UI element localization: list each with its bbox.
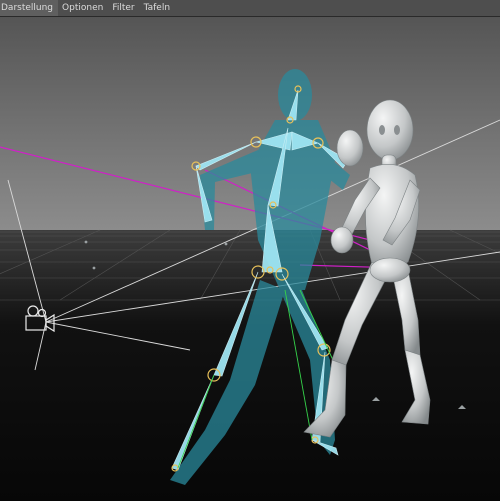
menu-optionen[interactable]: Optionen xyxy=(58,0,108,16)
menu-filter[interactable]: Filter xyxy=(108,0,139,16)
background-sky xyxy=(0,17,500,230)
menu-darstellung[interactable]: Darstellung xyxy=(0,0,59,16)
viewport-canvas[interactable] xyxy=(0,17,500,501)
menu-tafeln[interactable]: Tafeln xyxy=(140,0,175,16)
3d-viewport[interactable] xyxy=(0,17,500,501)
app-window: Darstellung Optionen Filter Tafeln xyxy=(0,0,500,501)
menu-bar: Darstellung Optionen Filter Tafeln xyxy=(0,0,500,17)
